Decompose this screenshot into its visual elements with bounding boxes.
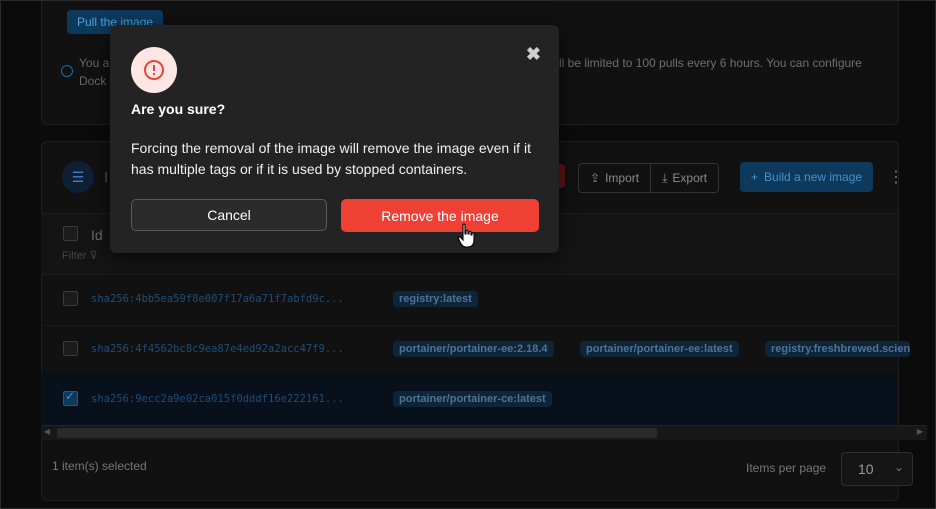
import-button[interactable]: ⇪ Import (579, 164, 650, 192)
section-title: I (104, 169, 109, 186)
remove-image-button[interactable]: Remove the image (341, 199, 539, 232)
import-export-group: ⇪ Import ⤓ Export (578, 163, 720, 193)
info-text-right: ll be limited to 100 pulls every 6 hours… (559, 56, 862, 70)
cancel-button[interactable]: Cancel (131, 199, 327, 231)
scroll-right-icon[interactable]: ▶ (917, 427, 923, 436)
build-image-button[interactable]: + Build a new image (740, 162, 874, 192)
items-per-page-label: Items per page (746, 461, 827, 475)
image-tag: portainer/portainer-ee:2.18.4 (393, 341, 554, 357)
image-tag: portainer/portainer-ee:latest (580, 341, 739, 357)
image-tag: portainer/portainer-ce:latest (393, 391, 552, 407)
scrollbar-thumb[interactable] (57, 428, 657, 438)
dialog-title: Are you sure? (131, 101, 226, 117)
hand-cursor-icon (458, 223, 475, 248)
info-text-line1: You a (79, 56, 110, 70)
items-per-page-value: 10 (858, 461, 874, 477)
plus-icon: + (751, 170, 759, 184)
selected-count: 1 item(s) selected (52, 459, 147, 473)
app-frame: Pull the image You a Dock ll be limited … (0, 0, 936, 509)
column-header-id[interactable]: Id (91, 227, 103, 243)
alert-icon (131, 47, 177, 93)
build-label: Build a new image (764, 170, 863, 184)
download-icon: ⤓ (662, 170, 668, 185)
info-icon (61, 65, 73, 77)
image-id-link[interactable]: sha256:4f4562bc8c9ea87e4ed92a2acc47f9... (91, 343, 344, 355)
import-label: Import (605, 171, 640, 185)
image-tag: registry:latest (393, 291, 478, 307)
upload-icon: ⇪ (590, 171, 601, 185)
image-tag: registry.freshbrewed.scien (765, 341, 911, 357)
horizontal-scrollbar[interactable]: ◀ ▶ (41, 425, 927, 440)
image-id-link[interactable]: sha256:9ecc2a9e02ca015f0dddf16e222161... (91, 393, 344, 405)
scroll-left-icon[interactable]: ◀ (44, 427, 50, 436)
export-button[interactable]: ⤓ Export (650, 164, 718, 192)
row-checkbox[interactable] (63, 291, 78, 306)
export-label: Export (672, 171, 708, 185)
items-per-page-select[interactable]: 10 ⌄ (841, 452, 913, 486)
dialog-message: Forcing the removal of the image will re… (131, 140, 531, 177)
row-checkbox[interactable] (63, 341, 78, 356)
select-all-checkbox[interactable] (63, 226, 78, 241)
list-icon: ☰ (62, 161, 94, 193)
filter-icon: ⊽ (89, 250, 98, 262)
close-icon[interactable]: ✖ (526, 45, 541, 63)
info-text-line2: Dock (79, 74, 107, 88)
image-id-link[interactable]: sha256:4bb5ea59f8e007f17a6a71f7abfd9c... (91, 293, 344, 305)
confirm-dialog: ✖ Are you sure? Forcing the removal of t… (110, 25, 559, 253)
more-options-icon[interactable]: ⋮ (888, 167, 904, 187)
filter-control[interactable]: Filter ⊽ (62, 249, 98, 262)
chevron-down-icon: ⌄ (893, 460, 904, 474)
row-checkbox-checked[interactable] (63, 389, 78, 406)
